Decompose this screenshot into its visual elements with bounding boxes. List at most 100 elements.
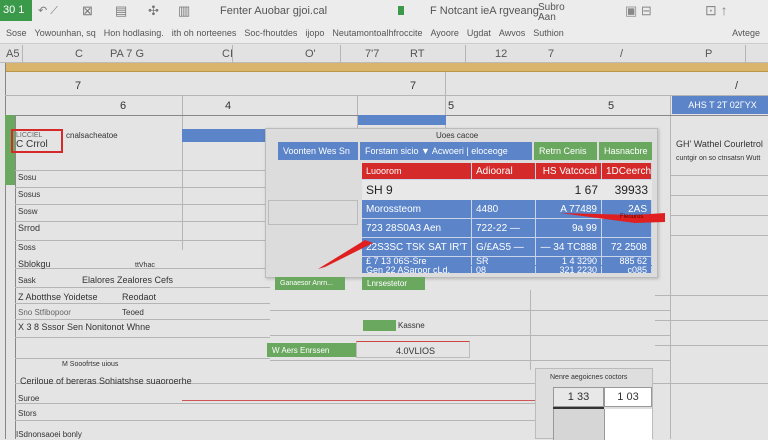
- table-cell[interactable]: 321 2230: [536, 266, 602, 274]
- cell-text[interactable]: Ceriloue of bereras Sohiatshse suaoroerh…: [20, 376, 192, 386]
- cell-text[interactable]: Soss: [18, 243, 36, 252]
- table-cell[interactable]: c085: [602, 266, 652, 274]
- format-icon[interactable]: ▤: [115, 3, 127, 19]
- cell-text[interactable]: Stors: [18, 409, 37, 418]
- dialog-button[interactable]: Lnrsestetor: [362, 277, 425, 290]
- row-number: 5: [608, 100, 615, 112]
- column-header[interactable]: RT: [410, 48, 424, 60]
- formula-item[interactable]: Soc-fhoutdes: [244, 28, 297, 38]
- blue-header-cell[interactable]: AHS T 2T 02ΓΥΧ: [672, 96, 768, 114]
- ribbon-group-align[interactable]: F Notcant ieA rgveang: [430, 5, 539, 17]
- dialog-button[interactable]: W Aers Enrssen: [267, 343, 356, 357]
- brush-icon[interactable]: ✣: [148, 3, 159, 19]
- formula-item[interactable]: Hon hodlasing.: [104, 28, 164, 38]
- formula-item[interactable]: ith oh norteenes: [172, 28, 237, 38]
- tab-4[interactable]: Hasnacbre: [599, 142, 652, 160]
- tab-1[interactable]: Voonten Wes Sn: [278, 142, 358, 160]
- cell-text[interactable]: X 3 8 Sssor Sen Nonitonot Whne: [18, 322, 150, 332]
- app-badge[interactable]: 30 1: [0, 0, 32, 21]
- cell-text[interactable]: Srrod: [18, 223, 40, 233]
- table-header[interactable]: Adiooral: [472, 163, 536, 180]
- cell-text[interactable]: Elalores Zealores Cefs: [82, 275, 173, 285]
- green-swatch[interactable]: [363, 320, 396, 331]
- cell-text[interactable]: Teoed: [122, 308, 144, 317]
- mini-cell[interactable]: [553, 409, 604, 440]
- cell-text[interactable]: Sblokgu: [18, 259, 51, 269]
- cell-text[interactable]: Suroe: [18, 394, 39, 403]
- ribbon-group-number[interactable]: Subro Aan: [538, 3, 566, 23]
- cell-text[interactable]: Sosu: [18, 173, 36, 182]
- mini-cell[interactable]: [604, 409, 652, 440]
- table-cell[interactable]: Gen 22 ASaroor cLd.: [362, 266, 472, 274]
- table-cell[interactable]: 722-22 —: [472, 219, 536, 238]
- column-header[interactable]: 7: [548, 48, 554, 60]
- cell-text[interactable]: Reodaot: [122, 292, 156, 302]
- formula-bar[interactable]: Sose Yowounhan, sq Hon hodlasing. ith oh…: [0, 24, 768, 42]
- dialog-left-field[interactable]: [268, 200, 358, 225]
- undo-icon[interactable]: ↶ ⟋: [38, 4, 58, 18]
- table-header[interactable]: 1DCeerch: [602, 163, 652, 180]
- table-cell[interactable]: 885 62: [602, 257, 652, 265]
- table-cell[interactable]: SR: [472, 257, 536, 265]
- cell-text[interactable]: cnalsacheatoe: [66, 131, 118, 140]
- formula-item[interactable]: Sose: [6, 28, 27, 38]
- column-header[interactable]: P: [705, 48, 712, 60]
- table-cell[interactable]: — 34 TC888: [536, 238, 602, 257]
- cell-text[interactable]: ttVhac: [135, 262, 155, 269]
- selected-cell[interactable]: LICCIEL C Crrol: [11, 129, 63, 153]
- table-icon[interactable]: ▣ ⊟: [625, 3, 652, 19]
- table-cell[interactable]: 1 4 3290: [536, 257, 602, 265]
- table-cell[interactable]: 08: [472, 266, 536, 274]
- clipboard-icon[interactable]: ▥: [178, 3, 190, 19]
- mini-cell[interactable]: 1 33: [553, 387, 604, 407]
- cell-text[interactable]: Z Abotthse Yoidetse: [18, 292, 98, 302]
- mini-panel: Nenre aegoicnes coctors 1 33 1 03: [535, 368, 653, 440]
- table-cell[interactable]: 72 2508: [602, 238, 652, 257]
- table-cell[interactable]: £ 7 13 06S-Sre: [362, 257, 472, 265]
- table-header[interactable]: Luoorom: [362, 163, 472, 180]
- table-cell[interactable]: Morossteom: [362, 200, 472, 219]
- blue-cell[interactable]: [358, 115, 446, 125]
- paste-icon[interactable]: ⊠: [82, 3, 93, 19]
- summary-cell[interactable]: SH 9: [362, 180, 472, 200]
- column-header[interactable]: C: [75, 48, 83, 60]
- row-number: 4: [225, 100, 232, 112]
- swatch-label: Kassne: [398, 321, 425, 330]
- window-icon[interactable]: ⊡ ↑: [705, 2, 728, 19]
- table-cell[interactable]: 22S3SC TSK SAT IR'T: [362, 238, 472, 257]
- summary-cell[interactable]: 39933: [602, 180, 652, 200]
- formula-item[interactable]: Ugdat: [467, 28, 491, 38]
- formula-item[interactable]: Ayoore: [430, 28, 458, 38]
- table-header[interactable]: HS Vatcocal: [536, 163, 602, 180]
- mini-panel-title: Nenre aegoicnes coctors: [550, 374, 628, 381]
- formula-item[interactable]: Neutamontoalhfroccite: [332, 28, 422, 38]
- summary-cell[interactable]: 1 67: [536, 180, 602, 200]
- right-title: GH' Wathel Courletrol: [676, 139, 763, 149]
- tab-3[interactable]: Retrn Cenis: [534, 142, 597, 160]
- cell-text[interactable]: Sno Stfibopoor: [18, 308, 71, 317]
- mini-cell[interactable]: 1 03: [604, 387, 652, 407]
- table-cell[interactable]: 723 28S0A3 Aen: [362, 219, 472, 238]
- column-header[interactable]: A5: [6, 48, 19, 60]
- cell-text[interactable]: ISdnonsaoei bonly: [16, 430, 82, 439]
- column-header[interactable]: 7'7: [365, 48, 379, 60]
- column-header[interactable]: /: [620, 48, 623, 60]
- formula-item[interactable]: ijopo: [305, 28, 324, 38]
- fill-icon[interactable]: [398, 6, 404, 15]
- table-cell[interactable]: 4480: [472, 200, 536, 219]
- formula-item[interactable]: Awvos: [499, 28, 525, 38]
- tab-2[interactable]: Forstam sicio ▼ Acwoeri | eloceoge: [360, 142, 532, 160]
- formula-item[interactable]: Yowounhan, sq: [35, 28, 96, 38]
- cell-text[interactable]: Sask: [18, 276, 36, 285]
- dialog-button[interactable]: Ganaesor Anrn...: [275, 277, 345, 290]
- table-cell[interactable]: G/£AS5 —: [472, 238, 536, 257]
- formula-item[interactable]: Suthion: [533, 28, 564, 38]
- blue-cell[interactable]: [182, 129, 267, 142]
- formula-item[interactable]: Avtege: [732, 28, 768, 38]
- column-header[interactable]: PA 7 G: [110, 48, 144, 60]
- ribbon-group-font[interactable]: Fenter Auobar gjoi.cal: [220, 5, 327, 17]
- column-header[interactable]: 12: [495, 48, 507, 60]
- column-header[interactable]: O': [305, 48, 316, 60]
- cell-text[interactable]: Sosw: [18, 207, 38, 216]
- cell-text[interactable]: Sosus: [18, 190, 40, 199]
